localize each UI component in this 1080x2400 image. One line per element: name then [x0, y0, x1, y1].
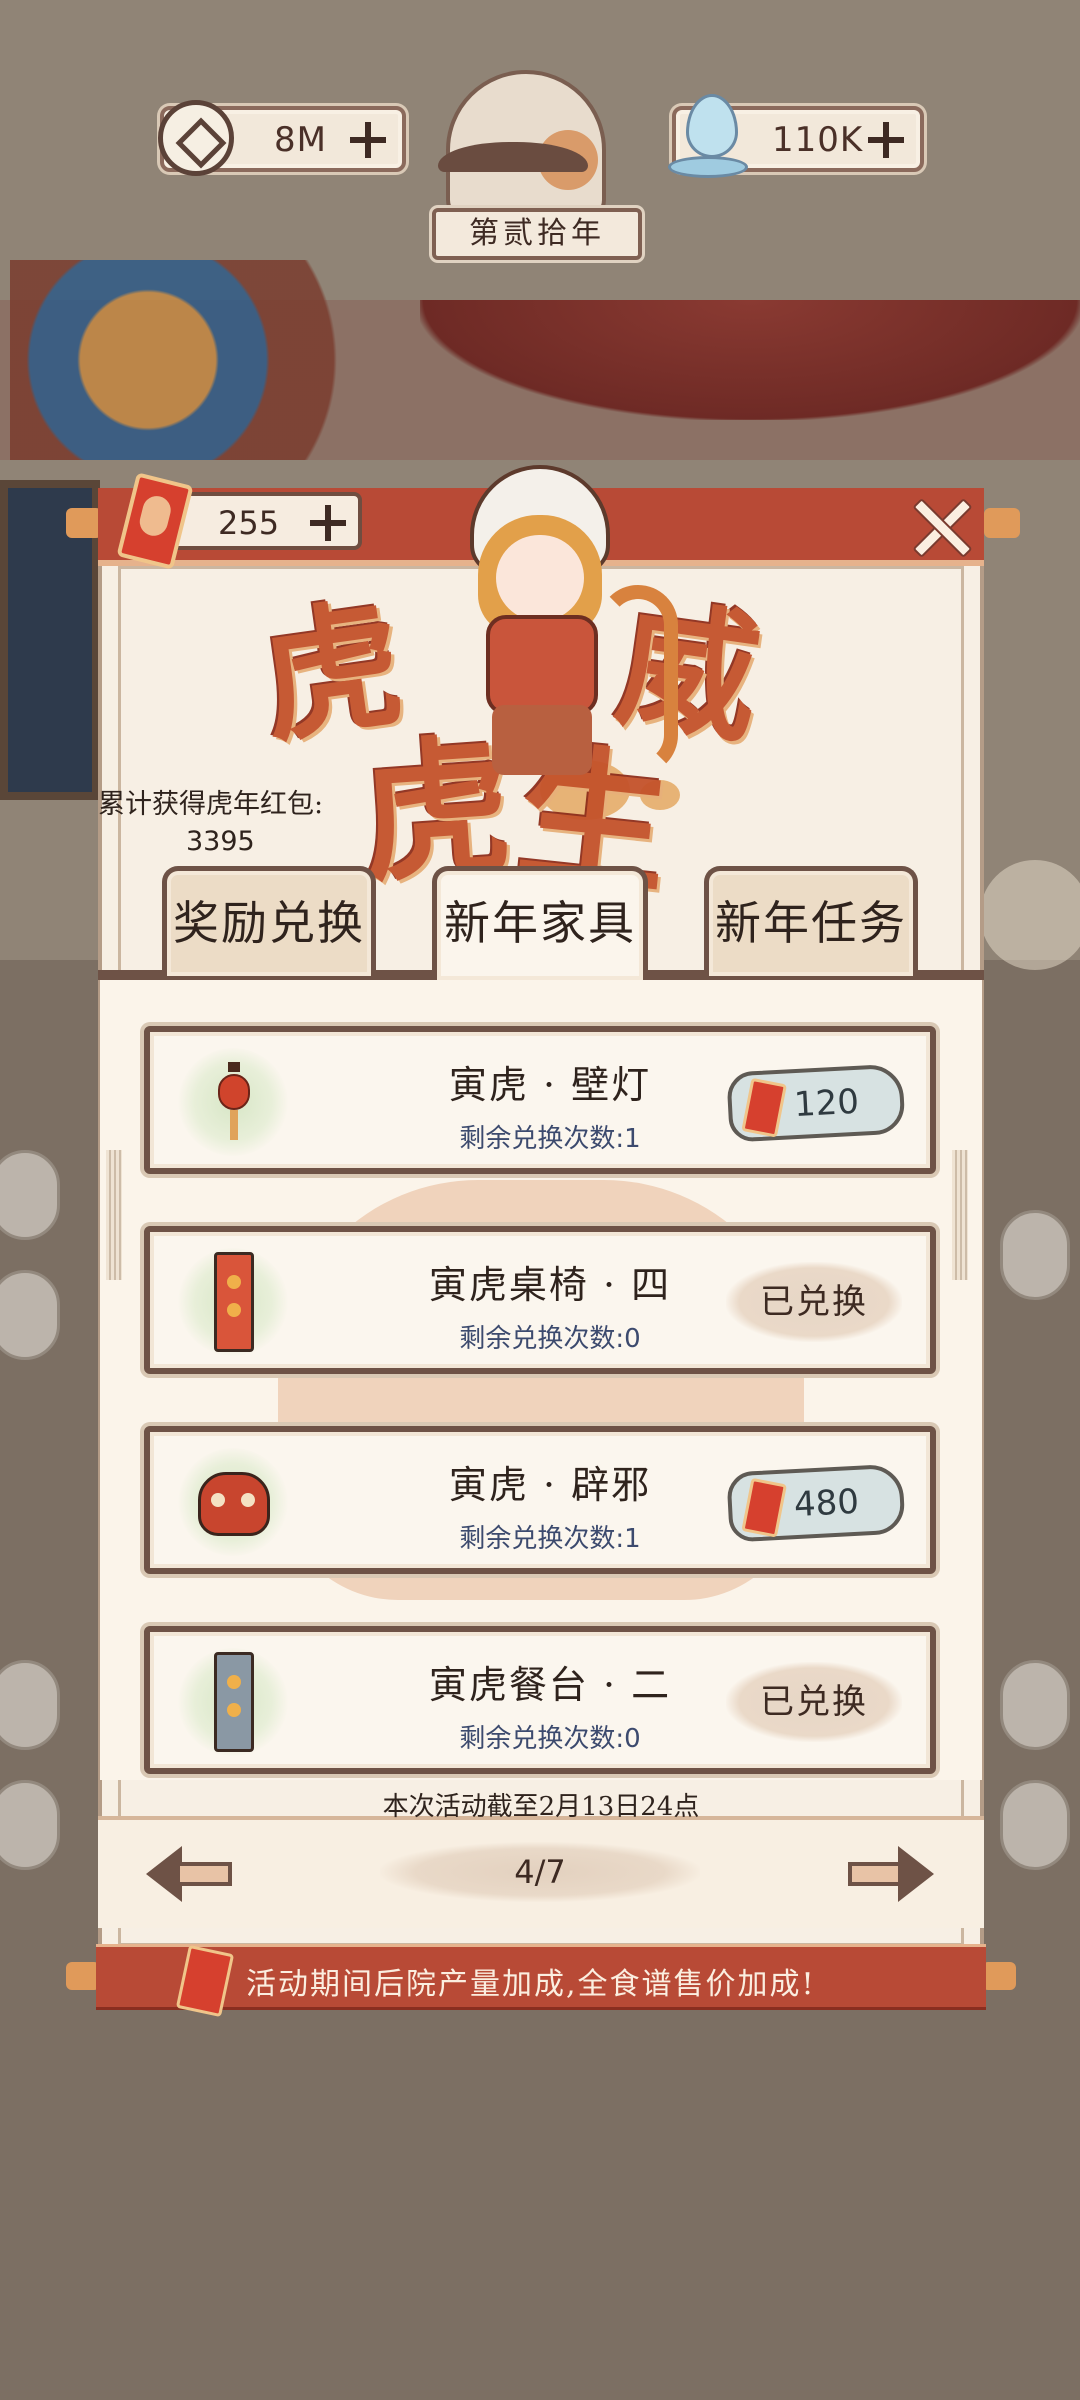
- list-item[interactable]: 寅虎 · 壁灯 剩余兑换次数:1 120: [144, 1026, 936, 1174]
- scroll-rod-left: [66, 1962, 100, 1990]
- total-red-packets-label: 累计获得虎年红包:: [98, 789, 324, 820]
- tab-label: 新年家具: [444, 896, 636, 950]
- background-curtain: [420, 300, 1080, 420]
- background-dumpling: [980, 860, 1080, 970]
- item-name: 寅虎 · 壁灯: [448, 1063, 652, 1107]
- add-coins-plus-icon[interactable]: [348, 120, 388, 160]
- exchange-price: 120: [793, 1081, 860, 1126]
- exchanged-badge: 已兑换: [726, 1662, 902, 1742]
- page-indicator: 4/7: [380, 1842, 700, 1902]
- scroll-rod-right: [982, 1962, 1016, 1990]
- lion-dance-decoration: [10, 260, 470, 460]
- tab-label: 奖励兑换: [173, 896, 365, 950]
- event-deadline: 本次活动截至2月13日24点: [382, 1792, 700, 1822]
- total-red-packets-value: 3395: [186, 826, 255, 857]
- background-plate: [1000, 1780, 1070, 1870]
- background-plate: [0, 1780, 60, 1870]
- exchange-price: 480: [793, 1481, 860, 1526]
- bonus-banner: 活动期间后院产量加成,全食谱售价加成!: [96, 1944, 986, 2018]
- exchanged-badge: 已兑换: [726, 1262, 902, 1342]
- red-packet-icon: [175, 1944, 235, 2018]
- item-name: 寅虎桌椅 · 四: [428, 1263, 672, 1307]
- tassel-decoration: [952, 1150, 968, 1280]
- scroll-rod-left: [66, 508, 102, 538]
- exchanged-label: 已兑换: [760, 1282, 868, 1322]
- bonus-text: 活动期间后院产量加成,全食谱售价加成!: [246, 1967, 816, 2002]
- item-thumbnail: [178, 1448, 288, 1556]
- close-icon[interactable]: [910, 496, 970, 556]
- tab-new-year-furniture[interactable]: 新年家具: [432, 866, 648, 980]
- item-name: 寅虎 · 辟邪: [448, 1463, 652, 1507]
- item-thumbnail: [178, 1648, 288, 1756]
- coin-icon: [158, 100, 234, 176]
- item-thumbnail: [178, 1048, 288, 1156]
- item-remaining: 剩余兑换次数:0: [459, 1724, 641, 1754]
- tab-reward-exchange[interactable]: 奖励兑换: [162, 866, 376, 976]
- item-remaining: 剩余兑换次数:1: [459, 1524, 641, 1554]
- add-red-packet-plus-icon[interactable]: [308, 503, 348, 543]
- red-packet-value: 255: [218, 504, 280, 542]
- next-page-arrow-icon[interactable]: [844, 1846, 934, 1902]
- item-name: 寅虎餐台 · 二: [428, 1663, 672, 1707]
- year-plaque: 第贰拾年: [432, 208, 642, 260]
- add-water-plus-icon[interactable]: [866, 120, 906, 160]
- water-value: 110K: [772, 120, 864, 160]
- background-plate: [0, 1150, 60, 1240]
- tab-label: 新年任务: [715, 896, 907, 950]
- background-plate: [0, 1660, 60, 1750]
- item-remaining: 剩余兑换次数:0: [459, 1324, 641, 1354]
- red-packet-icon: [741, 1077, 787, 1138]
- tiger-mask-icon: [198, 1472, 270, 1536]
- scroll-icon: [214, 1652, 254, 1752]
- item-remaining: 剩余兑换次数:1: [459, 1124, 641, 1154]
- lantern-icon: [218, 1062, 250, 1142]
- exchange-button[interactable]: 480: [726, 1463, 906, 1543]
- tassel-decoration: [106, 1150, 122, 1280]
- tab-new-year-tasks[interactable]: 新年任务: [704, 866, 918, 976]
- list-item[interactable]: 寅虎桌椅 · 四 剩余兑换次数:0 已兑换: [144, 1226, 936, 1374]
- page-number: 4/7: [514, 1853, 566, 1891]
- red-packet-icon: [741, 1477, 787, 1538]
- year-label: 第贰拾年: [469, 216, 605, 251]
- exchange-button[interactable]: 120: [726, 1063, 906, 1143]
- background-plate: [1000, 1660, 1070, 1750]
- background-plate: [1000, 1210, 1070, 1300]
- scroll-icon: [214, 1252, 254, 1352]
- list-item[interactable]: 寅虎餐台 · 二 剩余兑换次数:0 已兑换: [144, 1626, 936, 1774]
- coin-value: 8M: [274, 120, 327, 160]
- prev-page-arrow-icon[interactable]: [146, 1846, 236, 1902]
- background-plate: [0, 1270, 60, 1360]
- water-drop-icon: [664, 90, 750, 190]
- exchanged-label: 已兑换: [760, 1682, 868, 1722]
- item-thumbnail: [178, 1248, 288, 1356]
- list-item[interactable]: 寅虎 · 辟邪 剩余兑换次数:1 480: [144, 1426, 936, 1574]
- scroll-rod-right: [984, 508, 1020, 538]
- tiger-girl-character: [430, 465, 678, 795]
